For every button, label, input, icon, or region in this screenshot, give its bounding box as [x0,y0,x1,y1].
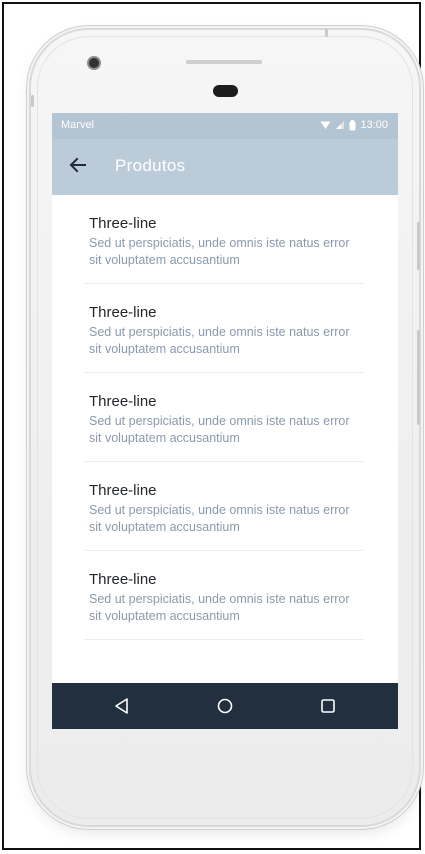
list-item[interactable]: Three-line Sed ut perspiciatis, unde omn… [52,462,398,551]
home-circle-icon[interactable] [213,694,237,718]
back-triangle-icon[interactable] [110,694,134,718]
carrier-label: Marvel [61,119,95,131]
left-edge-mark [31,95,34,107]
list-item-subtitle: Sed ut perspiciatis, unde omnis iste nat… [89,592,350,623]
status-bar: Marvel 13:00 [52,113,398,139]
list-divider [84,639,364,640]
list-item-title: Three-line [89,304,157,321]
page-title: Produtos [115,156,186,175]
earpiece-speaker [186,60,262,64]
status-icons: 13:00 [320,119,388,131]
app-bar: Produtos [52,139,398,195]
list-item-title: Three-line [89,215,157,232]
list-item[interactable]: Three-line Sed ut perspiciatis, unde omn… [52,284,398,373]
list-item-subtitle: Sed ut perspiciatis, unde omnis iste nat… [89,236,350,267]
volume-button [417,222,420,270]
wifi-icon [320,121,331,129]
list-item[interactable]: Three-line Sed ut perspiciatis, unde omn… [52,373,398,462]
power-button [417,330,420,425]
front-camera [89,58,99,68]
android-nav-bar [52,683,398,729]
list-item[interactable]: Three-line Sed ut perspiciatis, unde omn… [52,195,398,284]
recents-square-icon[interactable] [316,694,340,718]
arrow-left-icon[interactable] [66,153,90,177]
signal-icon [336,121,345,129]
proximity-sensor [213,85,238,97]
list-item-subtitle: Sed ut perspiciatis, unde omnis iste nat… [89,503,350,534]
list-item-title: Three-line [89,482,157,499]
phone-screen: Marvel 13:00 Produtos Three-line Sed ut … [52,113,398,729]
list-item[interactable]: Three-line Sed ut perspiciatis, unde omn… [52,551,398,640]
product-list: Three-line Sed ut perspiciatis, unde omn… [52,195,398,640]
battery-icon [349,119,356,130]
list-item-subtitle: Sed ut perspiciatis, unde omnis iste nat… [89,414,350,445]
list-item-subtitle: Sed ut perspiciatis, unde omnis iste nat… [89,325,350,356]
list-item-title: Three-line [89,571,157,588]
top-edge-mark [325,29,328,37]
list-item-title: Three-line [89,393,157,410]
status-time: 13:00 [360,119,388,131]
